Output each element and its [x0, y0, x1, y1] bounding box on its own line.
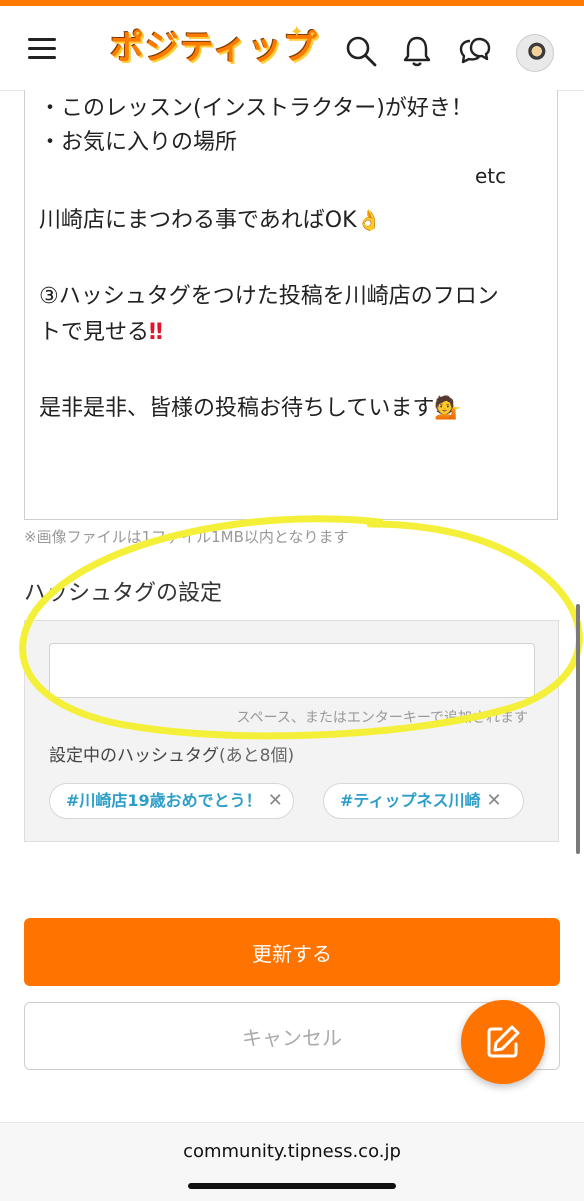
person-tipping-hand-icon: 💁: [434, 396, 462, 421]
avatar[interactable]: [516, 34, 554, 72]
post-line-6: トで見せる‼: [39, 314, 163, 346]
image-size-note: ※画像ファイルは1ファイル1MB以内となります: [24, 528, 349, 546]
hashtag-remaining: (あと8個): [219, 746, 295, 766]
post-line-4-text: 川崎店にまつわる事であればOK: [39, 208, 357, 233]
edit-icon: [487, 1025, 520, 1058]
search-icon[interactable]: [344, 34, 378, 68]
scrollbar[interactable]: [576, 604, 580, 854]
post-line-4: 川崎店にまつわる事であればOK👌: [39, 202, 381, 234]
post-line-7: 是非是非、皆様の投稿お待ちしています💁: [39, 390, 462, 422]
url-text[interactable]: community.tipness.co.jp: [0, 1141, 584, 1162]
post-line-2: ・お気に入りの場所: [39, 130, 238, 155]
sparkle-icon: ✦: [290, 22, 304, 41]
hashtag-input[interactable]: [49, 643, 535, 698]
close-icon[interactable]: ✕: [486, 790, 501, 811]
bell-icon[interactable]: [400, 34, 434, 68]
hashtag-count-label: 設定中のハッシュタグ: [49, 746, 219, 766]
post-line-7-text: 是非是非、皆様の投稿お待ちしています: [39, 396, 435, 421]
chat-icon[interactable]: [458, 34, 492, 68]
hashtag-chip-label: #ティップネス川崎: [340, 791, 481, 810]
hashtag-count: 設定中のハッシュタグ(あと8個): [49, 741, 294, 766]
ok-hand-icon: 👌: [356, 208, 382, 232]
site-header: ポジティップ ✦: [0, 6, 584, 91]
double-exclamation-icon: ‼: [149, 320, 163, 345]
hashtag-chip[interactable]: #ティップネス川崎 ✕: [323, 783, 524, 819]
hashtag-chip-label: #川崎店19歳おめでとう！: [66, 791, 262, 810]
hashtag-chip[interactable]: #川崎店19歳おめでとう！ ✕: [49, 783, 294, 819]
post-line-etc: etc: [475, 164, 507, 188]
hashtag-panel: スペース、またはエンターキーで追加されます 設定中のハッシュタグ(あと8個) #…: [24, 620, 559, 842]
post-line-6-text: トで見せる: [39, 320, 150, 345]
site-logo[interactable]: ポジティップ: [110, 26, 318, 70]
browser-address-bar: community.tipness.co.jp: [0, 1122, 584, 1201]
close-icon[interactable]: ✕: [268, 790, 283, 811]
compose-button[interactable]: [461, 1000, 545, 1084]
post-body-textarea[interactable]: ・このレッスン(インストラクター)が好き！ ・お気に入りの場所 etc 川崎店に…: [24, 90, 558, 520]
update-button[interactable]: 更新する: [24, 918, 560, 986]
hashtag-section-title: ハッシュタグの設定: [24, 581, 223, 606]
post-line-1: ・このレッスン(インストラクター)が好き！: [39, 96, 473, 121]
post-line-5: ③ハッシュタグをつけた投稿を川崎店のフロン: [39, 284, 499, 309]
home-indicator[interactable]: [188, 1183, 396, 1189]
menu-icon[interactable]: [28, 36, 56, 60]
hashtag-hint: スペース、またはエンターキーで追加されます: [236, 710, 528, 726]
